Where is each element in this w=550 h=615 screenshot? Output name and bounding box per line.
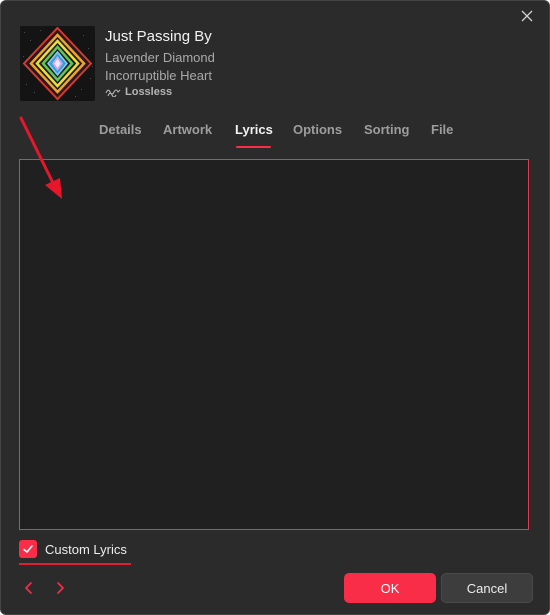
cancel-button[interactable]: Cancel bbox=[441, 573, 533, 603]
custom-lyrics-underline-annotation bbox=[19, 563, 131, 565]
lossless-wave-icon bbox=[105, 89, 121, 97]
tab-lyrics[interactable]: Lyrics bbox=[235, 122, 273, 137]
custom-lyrics-toggle[interactable]: Custom Lyrics bbox=[19, 539, 127, 559]
chevron-right-icon bbox=[57, 582, 64, 594]
tab-options[interactable]: Options bbox=[293, 122, 342, 137]
active-tab-indicator bbox=[236, 146, 271, 148]
tab-sorting[interactable]: Sorting bbox=[364, 122, 410, 137]
tab-artwork[interactable]: Artwork bbox=[163, 122, 212, 137]
ok-button[interactable]: OK bbox=[344, 573, 436, 603]
previous-song-button[interactable] bbox=[22, 581, 36, 595]
lossless-label: Lossless bbox=[125, 86, 173, 98]
lyrics-text-area[interactable] bbox=[19, 159, 529, 530]
song-album: Incorruptible Heart bbox=[105, 68, 212, 83]
song-info-dialog: Just Passing By Lavender Diamond Incorru… bbox=[0, 0, 550, 615]
song-title: Just Passing By bbox=[105, 28, 212, 45]
tab-details[interactable]: Details bbox=[99, 122, 142, 137]
close-button[interactable] bbox=[519, 8, 535, 24]
next-song-button[interactable] bbox=[53, 581, 67, 595]
custom-lyrics-checkbox[interactable] bbox=[19, 540, 37, 558]
album-artwork bbox=[20, 26, 95, 101]
tab-file[interactable]: File bbox=[431, 122, 453, 137]
checkmark-icon bbox=[23, 545, 33, 553]
song-artist: Lavender Diamond bbox=[105, 50, 215, 65]
diamond-artwork-image bbox=[20, 26, 95, 101]
close-icon bbox=[521, 10, 533, 22]
custom-lyrics-label: Custom Lyrics bbox=[45, 541, 127, 557]
tab-bar: Details Artwork Lyrics Options Sorting F… bbox=[1, 122, 549, 152]
lossless-badge: Lossless bbox=[105, 86, 172, 98]
chevron-left-icon bbox=[25, 582, 32, 594]
